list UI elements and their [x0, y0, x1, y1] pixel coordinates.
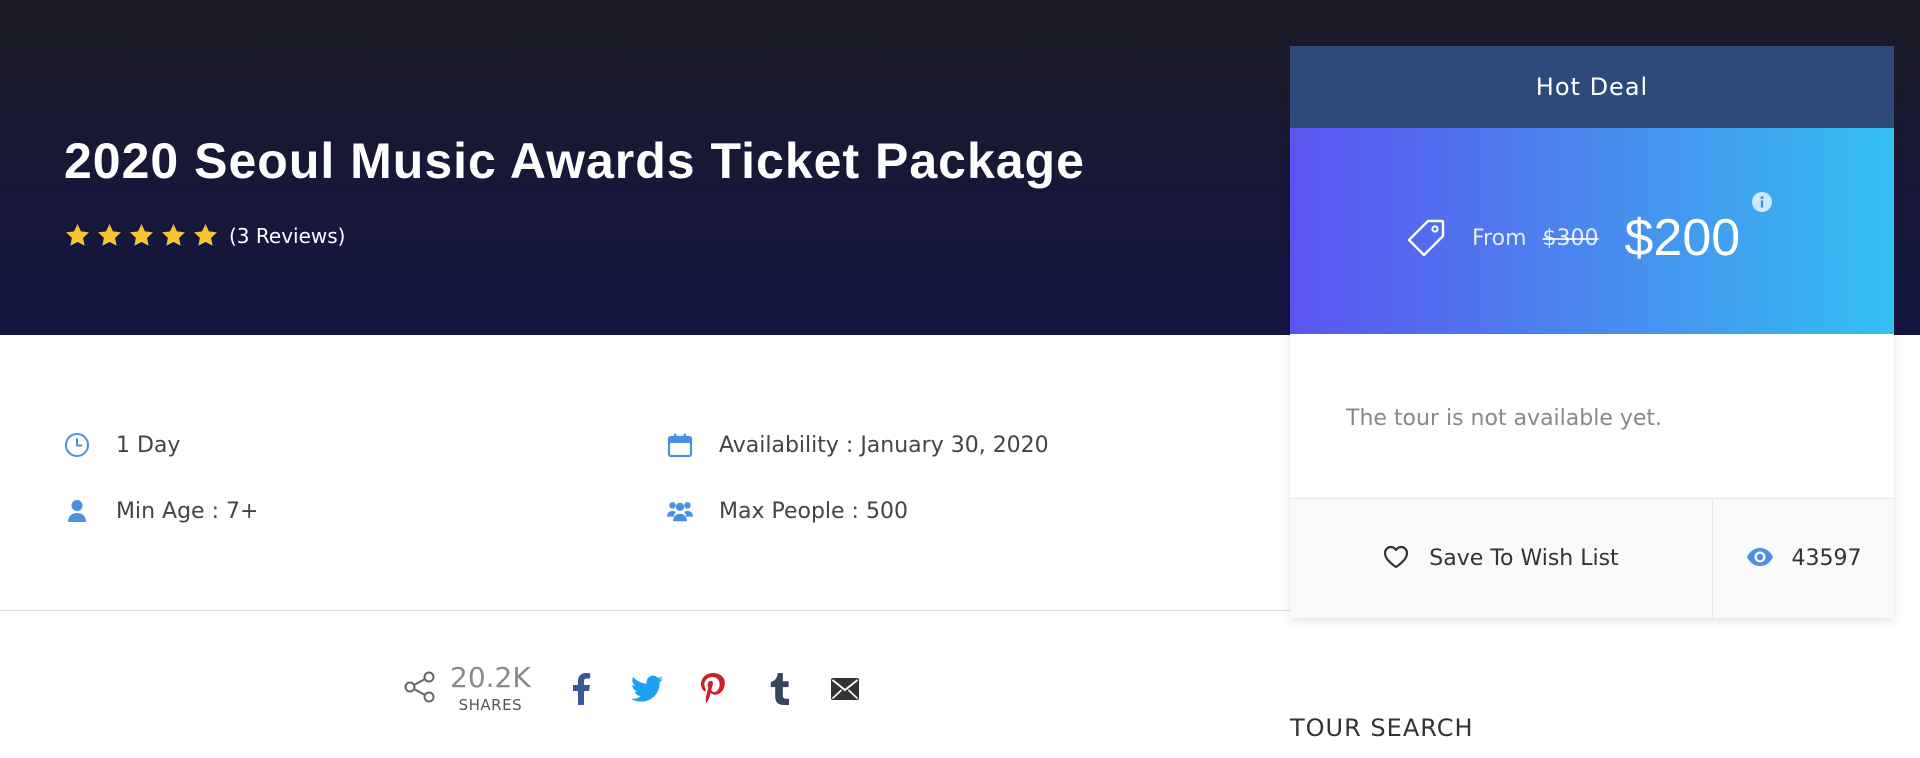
- availability-info: Availability : January 30, 2020: [667, 432, 1049, 458]
- price-from-label: From: [1472, 225, 1527, 251]
- email-share-button[interactable]: [825, 669, 865, 709]
- views-count: 43597: [1791, 546, 1862, 571]
- tour-title: 2020 Seoul Music Awards Ticket Package: [64, 133, 1085, 189]
- min-age-info: Min Age : 7+: [64, 498, 258, 524]
- eye-icon: [1746, 547, 1774, 571]
- star-icon: [96, 222, 123, 249]
- rating: (3 Reviews): [64, 222, 345, 249]
- twitter-icon: [630, 675, 663, 702]
- min-age-text: Min Age : 7+: [116, 498, 259, 524]
- tumblr-icon: [770, 672, 789, 705]
- price-tag-icon: [1406, 218, 1446, 258]
- calendar-icon: [667, 432, 693, 458]
- clock-icon: [64, 432, 90, 458]
- wish-list-label: Save To Wish List: [1429, 546, 1619, 571]
- share-bar: 20.2K SHARES: [402, 664, 865, 713]
- section-divider: [0, 610, 1290, 611]
- reviews-link[interactable]: (3 Reviews): [229, 224, 345, 248]
- current-price: $200: [1624, 209, 1741, 267]
- star-icon: [128, 222, 155, 249]
- share-count-label: SHARES: [458, 696, 523, 714]
- star-icon: [160, 222, 187, 249]
- email-icon: [830, 677, 859, 700]
- twitter-share-button[interactable]: [627, 669, 667, 709]
- price-panel: From $300 $200: [1290, 128, 1894, 334]
- info-icon[interactable]: [1752, 192, 1772, 212]
- pinterest-icon: [700, 672, 725, 703]
- availability-text: Availability : January 30, 2020: [719, 432, 1049, 458]
- user-icon: [64, 498, 90, 524]
- users-icon: [667, 498, 693, 524]
- share-count-number: 20.2K: [450, 661, 531, 694]
- share-icon: [402, 669, 438, 709]
- heart-icon: [1383, 545, 1409, 573]
- max-people-text: Max People : 500: [719, 498, 908, 524]
- hot-deal-header: Hot Deal: [1290, 46, 1894, 128]
- save-to-wish-list-button[interactable]: Save To Wish List: [1290, 499, 1713, 618]
- booking-card: Hot Deal From $300 $200 The tour is not …: [1290, 46, 1894, 618]
- star-icon: [192, 222, 219, 249]
- star-icon: [64, 222, 91, 249]
- tour-search-heading: TOUR SEARCH: [1290, 714, 1474, 742]
- duration-text: 1 Day: [116, 432, 181, 458]
- facebook-share-button[interactable]: [561, 669, 601, 709]
- views-counter: 43597: [1713, 499, 1894, 618]
- booking-card-footer: Save To Wish List 43597: [1290, 498, 1894, 618]
- duration-info: 1 Day: [64, 432, 180, 458]
- facebook-icon: [572, 672, 590, 705]
- pinterest-share-button[interactable]: [693, 669, 733, 709]
- availability-note: The tour is not available yet.: [1346, 406, 1663, 431]
- max-people-info: Max People : 500: [667, 498, 908, 524]
- share-count: 20.2K SHARES: [450, 664, 531, 713]
- old-price: $300: [1542, 225, 1599, 251]
- tumblr-share-button[interactable]: [759, 669, 799, 709]
- price-row: From $300 $200: [1406, 208, 1740, 268]
